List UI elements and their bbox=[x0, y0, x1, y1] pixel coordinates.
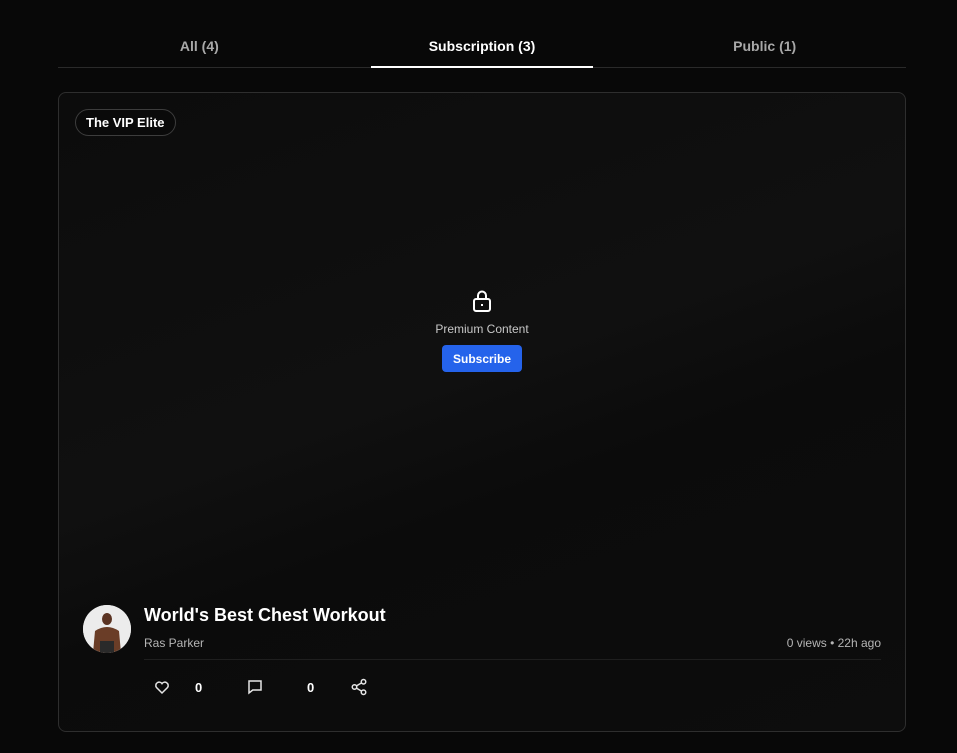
locked-overlay: Premium Content Subscribe bbox=[59, 289, 905, 372]
avatar[interactable] bbox=[83, 605, 131, 653]
tab-all[interactable]: All (4) bbox=[58, 22, 341, 67]
like-count: 0 bbox=[195, 680, 203, 695]
tab-bar: All (4) Subscription (3) Public (1) bbox=[58, 22, 906, 68]
avatar-image bbox=[83, 605, 131, 653]
tab-public[interactable]: Public (1) bbox=[623, 22, 906, 67]
tab-subscription[interactable]: Subscription (3) bbox=[341, 22, 624, 68]
heart-icon[interactable] bbox=[153, 678, 171, 696]
lock-icon bbox=[473, 290, 491, 312]
post-title[interactable]: World's Best Chest Workout bbox=[144, 605, 386, 626]
comment-icon[interactable] bbox=[246, 678, 264, 696]
premium-content-label: Premium Content bbox=[435, 322, 529, 336]
post-stats: 0 views • 22h ago bbox=[786, 636, 881, 650]
share-icon[interactable] bbox=[350, 678, 368, 696]
tier-badge: The VIP Elite bbox=[75, 109, 176, 136]
divider bbox=[144, 659, 881, 660]
author-name[interactable]: Ras Parker bbox=[144, 636, 204, 650]
post-card: The VIP Elite Premium Content Subscribe … bbox=[58, 92, 906, 732]
subscribe-button[interactable]: Subscribe bbox=[441, 345, 523, 372]
comment-count: 0 bbox=[307, 680, 315, 695]
